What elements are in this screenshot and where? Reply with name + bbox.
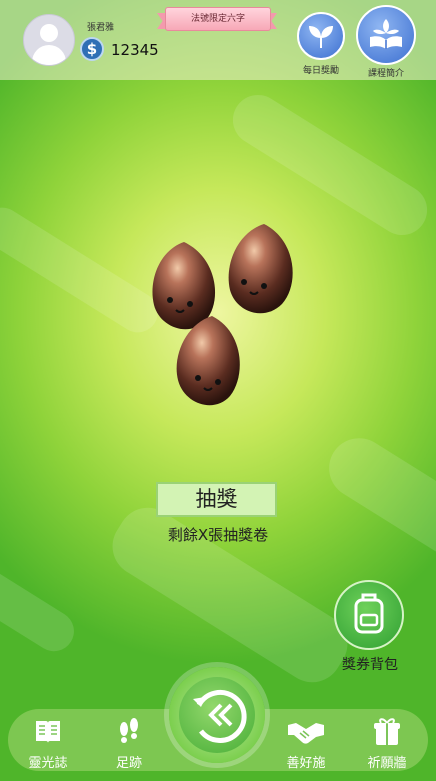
name-banner[interactable]: 法號限定六字 — [157, 7, 277, 31]
nav-label-wishing-wall: 祈願牆 — [367, 756, 407, 771]
course-intro-label: 課程簡介 — [367, 69, 404, 79]
seed-character — [152, 242, 216, 330]
bg-stripe — [0, 561, 82, 659]
bg-stripe — [317, 426, 436, 574]
user-avatar[interactable] — [23, 14, 75, 66]
back-rewind-icon — [193, 690, 247, 743]
coin-balance: 12345 — [111, 41, 159, 59]
nav-label-charity: 善好施 — [286, 756, 326, 771]
nav-label-journal: 靈光誌 — [28, 756, 68, 771]
nav-item-journal[interactable]: 靈光誌 — [18, 709, 78, 771]
open-book-lotus-icon — [370, 19, 402, 49]
backpack-icon — [354, 593, 384, 634]
avatar-body-shape — [32, 45, 66, 65]
draw-button[interactable]: 抽獎 — [156, 482, 277, 517]
center-rewind-button[interactable] — [169, 667, 265, 763]
seed-character — [228, 224, 293, 314]
seeds-illustration[interactable] — [140, 220, 300, 415]
voucher-bag-button[interactable] — [334, 580, 404, 650]
footprints-icon — [120, 718, 138, 743]
banner-text: 法號限定六字 — [165, 7, 271, 31]
nav-item-charity[interactable]: 善好施 — [276, 709, 336, 771]
dollar-coin-icon: $ — [80, 37, 104, 61]
daily-reward-button[interactable] — [297, 12, 345, 60]
book-icon — [36, 721, 60, 743]
nav-label-footprints: 足跡 — [115, 756, 142, 771]
avatar-head-shape — [40, 24, 58, 42]
nav-item-wishing-wall[interactable]: 祈願牆 — [357, 709, 417, 771]
course-intro-button[interactable] — [356, 5, 416, 65]
voucher-bag-label: 獎券背包 — [342, 657, 398, 673]
seed-character — [176, 316, 240, 406]
nav-item-footprints[interactable]: 足跡 — [99, 709, 159, 771]
gift-box-icon — [374, 718, 400, 745]
remaining-vouchers-text: 剩餘X張抽獎卷 — [167, 526, 269, 544]
center-rewind-inner — [179, 677, 255, 753]
sprout-icon — [309, 26, 333, 48]
handshake-icon — [288, 723, 324, 744]
daily-reward-label: 每日獎勵 — [302, 66, 339, 76]
username: 張君雅 — [87, 23, 115, 33]
